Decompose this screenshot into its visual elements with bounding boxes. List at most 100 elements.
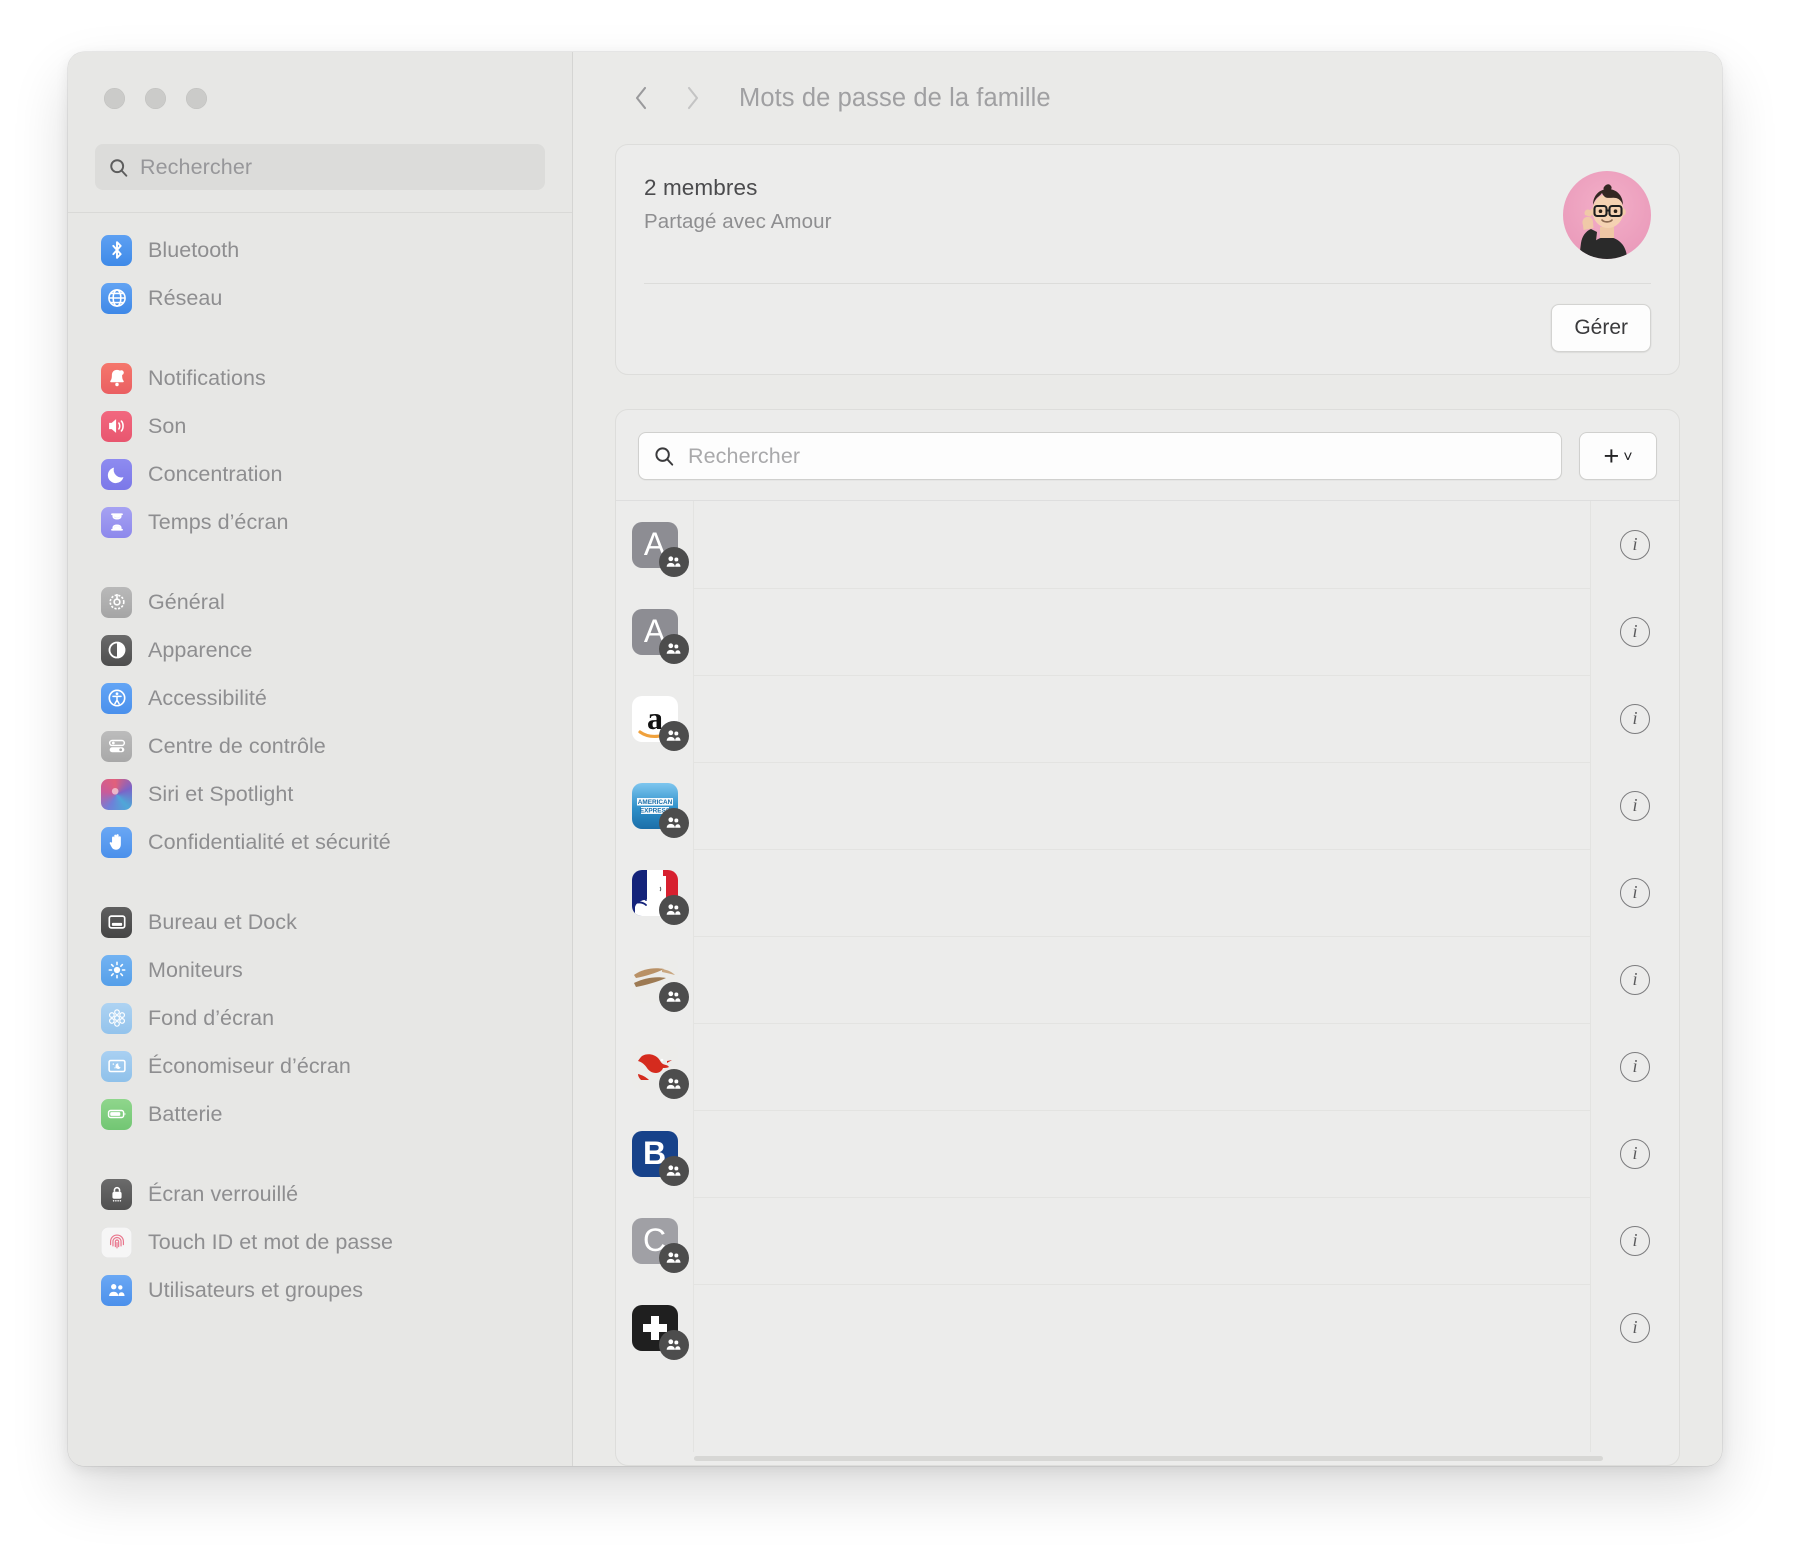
sidebar-item-concentration[interactable]: Concentration xyxy=(90,450,550,498)
sidebar-item-reseau[interactable]: Réseau xyxy=(90,274,550,322)
password-list-card: Rechercher + ˅ A i A i a i AMERICAN EXPR… xyxy=(615,409,1680,1466)
table-row[interactable]: A i xyxy=(616,588,1679,675)
table-row[interactable]: AMERICAN EXPRESS i xyxy=(616,762,1679,849)
row-icon-cell: a xyxy=(616,675,693,762)
sidebar-item-label: Accessibilité xyxy=(148,685,267,710)
detail-titlebar: Mots de passe de la famille xyxy=(573,52,1722,144)
table-row[interactable]: A i xyxy=(616,501,1679,588)
row-icon-cell: A xyxy=(616,588,693,675)
forward-button[interactable] xyxy=(667,72,719,124)
info-icon[interactable]: i xyxy=(1620,616,1650,647)
letter-b-booking-icon: B xyxy=(631,1130,689,1186)
password-rows: A i A i a i AMERICAN EXPRESS i i i i B i… xyxy=(616,501,1679,1452)
sidebar-item-fond-decran[interactable]: Fond d’écran xyxy=(90,994,550,1042)
amazon-icon: a xyxy=(631,695,689,751)
moon-icon xyxy=(101,458,132,490)
scrollbar-track[interactable] xyxy=(694,1456,1603,1461)
manage-button[interactable]: Gérer xyxy=(1551,304,1651,352)
sidebar-item-siri-et-spotlight[interactable]: Siri et Spotlight xyxy=(90,770,550,818)
sidebar-item-utilisateurs-et-groupes[interactable]: Utilisateurs et groupes xyxy=(90,1266,550,1314)
sidebar-item-apparence[interactable]: Apparence xyxy=(90,626,550,674)
row-info-cell: i xyxy=(1591,1110,1679,1197)
window-traffic-lights xyxy=(68,52,572,144)
members-subtitle: Partagé avec Amour xyxy=(644,210,832,233)
sidebar-group-display: Bureau et Dock Moniteurs Fond d’écran Éc… xyxy=(68,898,572,1138)
add-password-button[interactable]: + ˅ xyxy=(1579,432,1657,480)
plus-icon: + xyxy=(1603,440,1620,471)
sidebar-group-connectivity: Bluetooth Réseau xyxy=(68,226,572,322)
info-icon[interactable]: i xyxy=(1620,1138,1650,1169)
sidebar-item-bluetooth[interactable]: Bluetooth xyxy=(90,226,550,274)
battery-icon xyxy=(101,1098,132,1130)
row-icon-cell: AMERICAN EXPRESS xyxy=(616,762,693,849)
sidebar-item-temps-decran[interactable]: Temps d’écran xyxy=(90,498,550,546)
info-icon[interactable]: i xyxy=(1620,703,1650,734)
sidebar-item-notifications[interactable]: Notifications xyxy=(90,354,550,402)
shared-badge-icon xyxy=(658,1329,689,1360)
red-bird-icon xyxy=(631,1043,689,1099)
sidebar-item-economiseur-decran[interactable]: Économiseur d’écran xyxy=(90,1042,550,1090)
sidebar-item-accessibilite[interactable]: Accessibilité xyxy=(90,674,550,722)
shared-badge-icon xyxy=(658,1242,689,1273)
sidebar-item-label: Moniteurs xyxy=(148,957,243,982)
horizontal-scrollbar[interactable] xyxy=(616,1452,1679,1465)
info-icon[interactable]: i xyxy=(1620,790,1650,821)
info-icon[interactable]: i xyxy=(1620,1225,1650,1256)
row-title xyxy=(693,762,715,785)
sidebar-item-confidentialite-et-securite[interactable]: Confidentialité et sécurité xyxy=(90,818,550,866)
back-button[interactable] xyxy=(615,72,667,124)
close-button[interactable] xyxy=(104,87,125,109)
list-search-input[interactable]: Rechercher xyxy=(638,432,1562,480)
shared-badge-icon xyxy=(658,807,689,838)
sidebar-item-label: Notifications xyxy=(148,365,266,390)
info-icon[interactable]: i xyxy=(1620,1051,1650,1082)
sidebar-item-moniteurs[interactable]: Moniteurs xyxy=(90,946,550,994)
info-icon[interactable]: i xyxy=(1620,1312,1650,1343)
info-icon[interactable]: i xyxy=(1620,529,1650,560)
table-row[interactable]: i xyxy=(616,1284,1679,1371)
sliders-icon xyxy=(101,730,132,762)
table-row[interactable]: i xyxy=(616,936,1679,1023)
sidebar-item-batterie[interactable]: Batterie xyxy=(90,1090,550,1138)
list-toolbar: Rechercher + ˅ xyxy=(616,410,1679,500)
sidebar-item-label: Siri et Spotlight xyxy=(148,781,294,806)
wallpaper-flower-icon xyxy=(101,1002,132,1034)
row-info-cell: i xyxy=(1591,1197,1679,1284)
zoom-button[interactable] xyxy=(186,87,207,109)
row-title-cell xyxy=(693,501,1591,588)
row-title xyxy=(693,849,715,872)
minimize-button[interactable] xyxy=(145,87,166,109)
table-row[interactable]: C i xyxy=(616,1197,1679,1284)
sidebar-item-label: Fond d’écran xyxy=(148,1005,275,1030)
fingerprint-icon xyxy=(101,1226,132,1258)
row-info-cell: i xyxy=(1591,936,1679,1023)
sidebar-item-ecran-verrouille[interactable]: Écran verrouillé xyxy=(90,1170,550,1218)
black-plus-icon xyxy=(631,1304,689,1360)
sidebar-item-son[interactable]: Son xyxy=(90,402,550,450)
sidebar-item-label: Batterie xyxy=(148,1101,223,1126)
info-icon[interactable]: i xyxy=(1620,877,1650,908)
table-row[interactable]: B i xyxy=(616,1110,1679,1197)
row-title-cell xyxy=(693,849,1591,936)
sidebar-item-centre-de-controle[interactable]: Centre de contrôle xyxy=(90,722,550,770)
sidebar-item-general[interactable]: Général xyxy=(90,578,550,626)
members-card-bottom: Gérer xyxy=(616,284,1679,374)
row-title xyxy=(693,1110,715,1133)
table-row[interactable]: i xyxy=(616,1023,1679,1110)
tan-swoosh-icon xyxy=(631,956,689,1012)
shared-badge-icon xyxy=(658,546,689,577)
sidebar-item-bureau-et-dock[interactable]: Bureau et Dock xyxy=(90,898,550,946)
sidebar-search-placeholder: Rechercher xyxy=(140,154,253,179)
info-icon[interactable]: i xyxy=(1620,964,1650,995)
page-title: Mots de passe de la famille xyxy=(739,83,1051,112)
row-info-cell: i xyxy=(1591,501,1679,588)
sidebar-item-label: Concentration xyxy=(148,461,283,486)
row-info-cell: i xyxy=(1591,849,1679,936)
letter-a-placeholder-icon: A xyxy=(631,608,689,664)
sidebar-item-touch-id[interactable]: Touch ID et mot de passe xyxy=(90,1218,550,1266)
table-row[interactable]: a i xyxy=(616,675,1679,762)
table-row[interactable]: i xyxy=(616,849,1679,936)
sidebar-search-input[interactable]: Rechercher xyxy=(95,144,545,190)
